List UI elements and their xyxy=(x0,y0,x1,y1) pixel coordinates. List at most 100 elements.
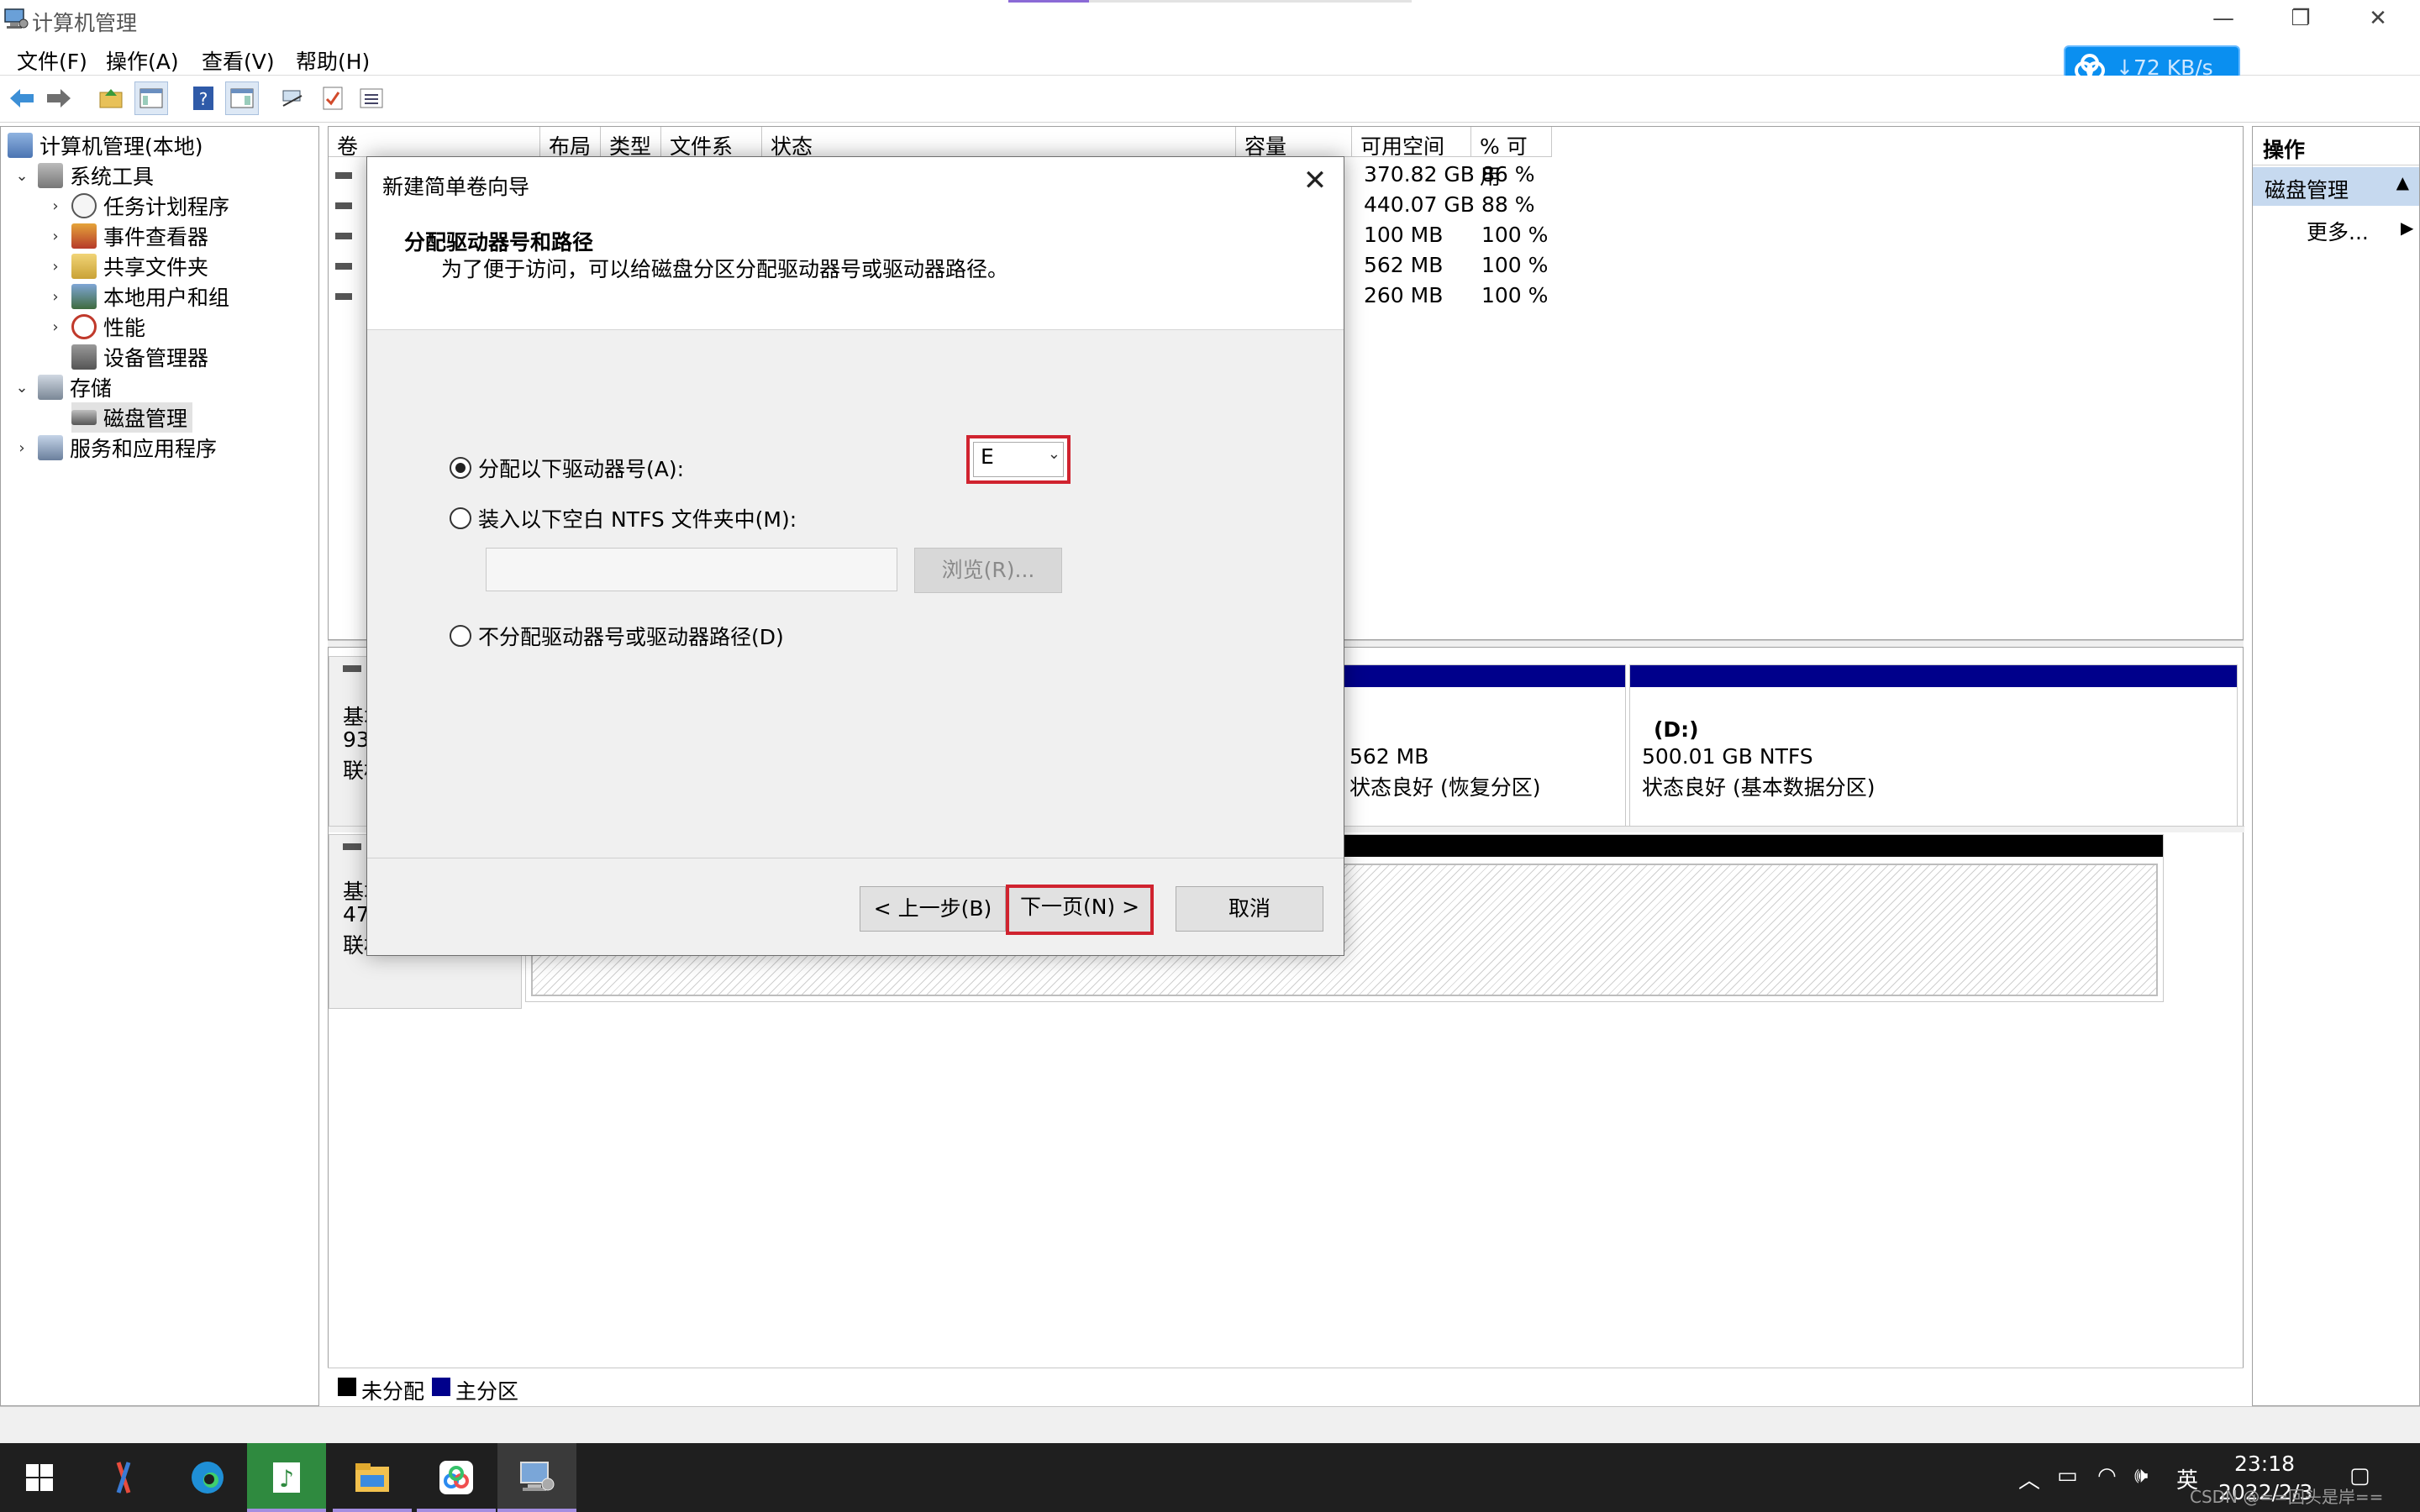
volume-percent-free: 88 % xyxy=(1481,192,1535,217)
chevron-down-icon[interactable]: ⌄ xyxy=(13,167,31,185)
radio-mount-ntfs-folder[interactable]: 装入以下空白 NTFS 文件夹中(M): xyxy=(450,503,797,533)
column-header-percent-free[interactable]: % 可用 xyxy=(1471,127,1552,189)
tree-item-device-manager[interactable]: 设备管理器 xyxy=(71,342,208,372)
chevron-down-icon: ⌄ xyxy=(1047,445,1060,463)
radio-selected-icon[interactable] xyxy=(450,457,471,479)
actions-section-disk-management[interactable]: 磁盘管理 ▲ xyxy=(2253,167,2419,206)
close-icon[interactable]: ✕ xyxy=(1298,164,1332,197)
tree-item-local-users[interactable]: › 本地用户和组 xyxy=(46,281,229,312)
action-pane-icon[interactable] xyxy=(225,81,259,115)
volume-free-space: 440.07 GB xyxy=(1364,192,1475,217)
radio-assign-drive-letter[interactable]: 分配以下驱动器号(A): xyxy=(450,453,684,483)
start-button[interactable] xyxy=(0,1443,79,1512)
up-folder-icon[interactable] xyxy=(94,81,128,115)
column-header-layout[interactable]: 布局 xyxy=(540,127,601,159)
computer-management-taskbar-icon[interactable] xyxy=(497,1443,576,1512)
volume-icon[interactable]: 🕪 xyxy=(2134,1463,2148,1489)
properties-icon[interactable] xyxy=(355,81,388,115)
checklist-icon[interactable] xyxy=(316,81,350,115)
column-header-filesystem[interactable]: 文件系统 xyxy=(661,127,762,189)
legend-swatch-primary xyxy=(432,1378,450,1396)
chevron-right-icon[interactable]: › xyxy=(46,197,65,215)
forward-arrow-icon[interactable] xyxy=(42,81,76,115)
tree-item-performance[interactable]: › 性能 xyxy=(46,312,145,342)
tree-item-label: 磁盘管理 xyxy=(103,407,188,431)
browse-button[interactable]: 浏览(R)... xyxy=(914,548,1062,593)
chevron-right-icon: ▶ xyxy=(2401,218,2414,238)
radio-no-drive-letter[interactable]: 不分配驱动器号或驱动器路径(D) xyxy=(450,621,784,651)
chevron-right-icon[interactable]: › xyxy=(46,288,65,306)
radio-label: 分配以下驱动器号(A): xyxy=(478,457,685,481)
partition-recovery[interactable]: 562 MB 状态良好 (恢复分区) xyxy=(1337,664,1626,829)
tree-item-label: 本地用户和组 xyxy=(103,286,230,310)
tree-item-label: 性能 xyxy=(103,316,146,340)
connect-icon[interactable] xyxy=(276,81,309,115)
volume-percent-free: 86 % xyxy=(1481,162,1535,186)
back-arrow-icon[interactable] xyxy=(5,81,39,115)
tree-item-label: 任务计划程序 xyxy=(103,195,230,219)
volume-free-space: 260 MB xyxy=(1364,283,1444,307)
minimize-button[interactable]: — xyxy=(2185,0,2262,39)
ntfs-folder-path-input[interactable] xyxy=(486,548,897,591)
radio-unselected-icon[interactable] xyxy=(450,507,471,529)
edge-browser-icon[interactable] xyxy=(168,1443,247,1512)
actions-more[interactable]: 更多... ▶ xyxy=(2307,216,2413,246)
restore-button[interactable]: ❐ xyxy=(2262,0,2339,39)
column-header-free-space[interactable]: 可用空间 xyxy=(1352,127,1471,159)
chevron-right-icon[interactable]: › xyxy=(46,228,65,245)
show-hide-tree-icon[interactable] xyxy=(134,81,168,115)
tree-item-event-viewer[interactable]: › 事件查看器 xyxy=(46,221,208,251)
show-hidden-icons-chevron-up-icon[interactable]: ︿ xyxy=(2018,1463,2040,1494)
tree-item-shared-folders[interactable]: › 共享文件夹 xyxy=(46,251,208,281)
partition-d[interactable]: (D:) 500.01 GB NTFS 状态良好 (基本数据分区) xyxy=(1629,664,2238,829)
column-header-capacity[interactable]: 容量 xyxy=(1236,127,1352,159)
music-app-icon[interactable]: ♪ xyxy=(247,1443,326,1512)
chevron-right-icon[interactable]: › xyxy=(46,318,65,336)
tree-item-label: 存储 xyxy=(70,376,113,401)
tree-item-label: 系统工具 xyxy=(70,165,155,189)
tree-item-services[interactable]: › 服务和应用程序 xyxy=(13,433,217,463)
windows-icon xyxy=(26,1464,53,1491)
users-icon xyxy=(71,284,97,309)
partition-size: 500.01 GB NTFS xyxy=(1642,744,1813,769)
help-icon[interactable]: ? xyxy=(187,81,220,115)
back-button[interactable]: < 上一步(B) xyxy=(860,886,1006,932)
storage-icon xyxy=(38,375,63,400)
tree-item-root[interactable]: 计算机管理(本地) xyxy=(8,130,203,160)
wizard-header: 新建简单卷向导 ✕ 分配驱动器号和路径 为了便于访问，可以给磁盘分区分配驱动器号… xyxy=(367,157,1344,330)
chevron-down-icon[interactable]: ⌄ xyxy=(13,379,31,396)
partition-bar xyxy=(1630,665,2237,687)
volume-drive-icon xyxy=(335,233,352,239)
wifi-icon[interactable]: ◠ xyxy=(2097,1463,2117,1488)
baidu-netdisk-icon[interactable] xyxy=(417,1443,496,1512)
column-header-status[interactable]: 状态 xyxy=(762,127,1236,159)
column-header-type[interactable]: 类型 xyxy=(601,127,661,159)
drive-letter-select[interactable]: E ⌄ xyxy=(966,435,1071,484)
tree-item-label: 服务和应用程序 xyxy=(70,437,218,461)
partition-status: 状态良好 (基本数据分区) xyxy=(1642,775,1876,800)
svg-text:♪: ♪ xyxy=(279,1465,294,1493)
performance-icon xyxy=(71,314,97,339)
battery-icon[interactable]: ▭ xyxy=(2057,1463,2078,1488)
tree-item-storage[interactable]: ⌄ 存储 xyxy=(13,372,112,402)
taskbar: ♪ ︿ ▭ ◠ 🕪 英 23:18 2022/2/3 ▢ xyxy=(0,1443,2420,1512)
tree-item-system-tools[interactable]: ⌄ 系统工具 xyxy=(13,160,154,191)
file-explorer-icon[interactable] xyxy=(333,1443,412,1512)
menu-action[interactable]: 操作(A) xyxy=(106,45,179,76)
close-window-button[interactable]: ✕ xyxy=(2339,0,2417,39)
tree-item-disk-management[interactable]: 磁盘管理 xyxy=(71,402,193,433)
wizard-subheading: 为了便于访问，可以给磁盘分区分配驱动器号或驱动器路径。 xyxy=(441,257,1009,281)
menu-help[interactable]: 帮助(H) xyxy=(296,45,370,76)
chevron-right-icon[interactable]: › xyxy=(13,439,31,457)
collapse-up-icon[interactable]: ▲ xyxy=(2396,172,2409,192)
next-button[interactable]: 下一页(N) > xyxy=(1006,885,1154,935)
column-header-volume[interactable]: 卷 xyxy=(329,127,540,159)
cancel-button[interactable]: 取消 xyxy=(1176,886,1323,932)
chevron-right-icon[interactable]: › xyxy=(46,258,65,276)
screenshot-app-icon[interactable] xyxy=(84,1443,163,1512)
tree-item-task-scheduler[interactable]: › 任务计划程序 xyxy=(46,191,229,221)
menu-view[interactable]: 查看(V) xyxy=(202,45,275,76)
volume-free-space: 100 MB xyxy=(1364,223,1444,247)
radio-unselected-icon[interactable] xyxy=(450,625,471,647)
menu-file[interactable]: 文件(F) xyxy=(17,45,87,76)
